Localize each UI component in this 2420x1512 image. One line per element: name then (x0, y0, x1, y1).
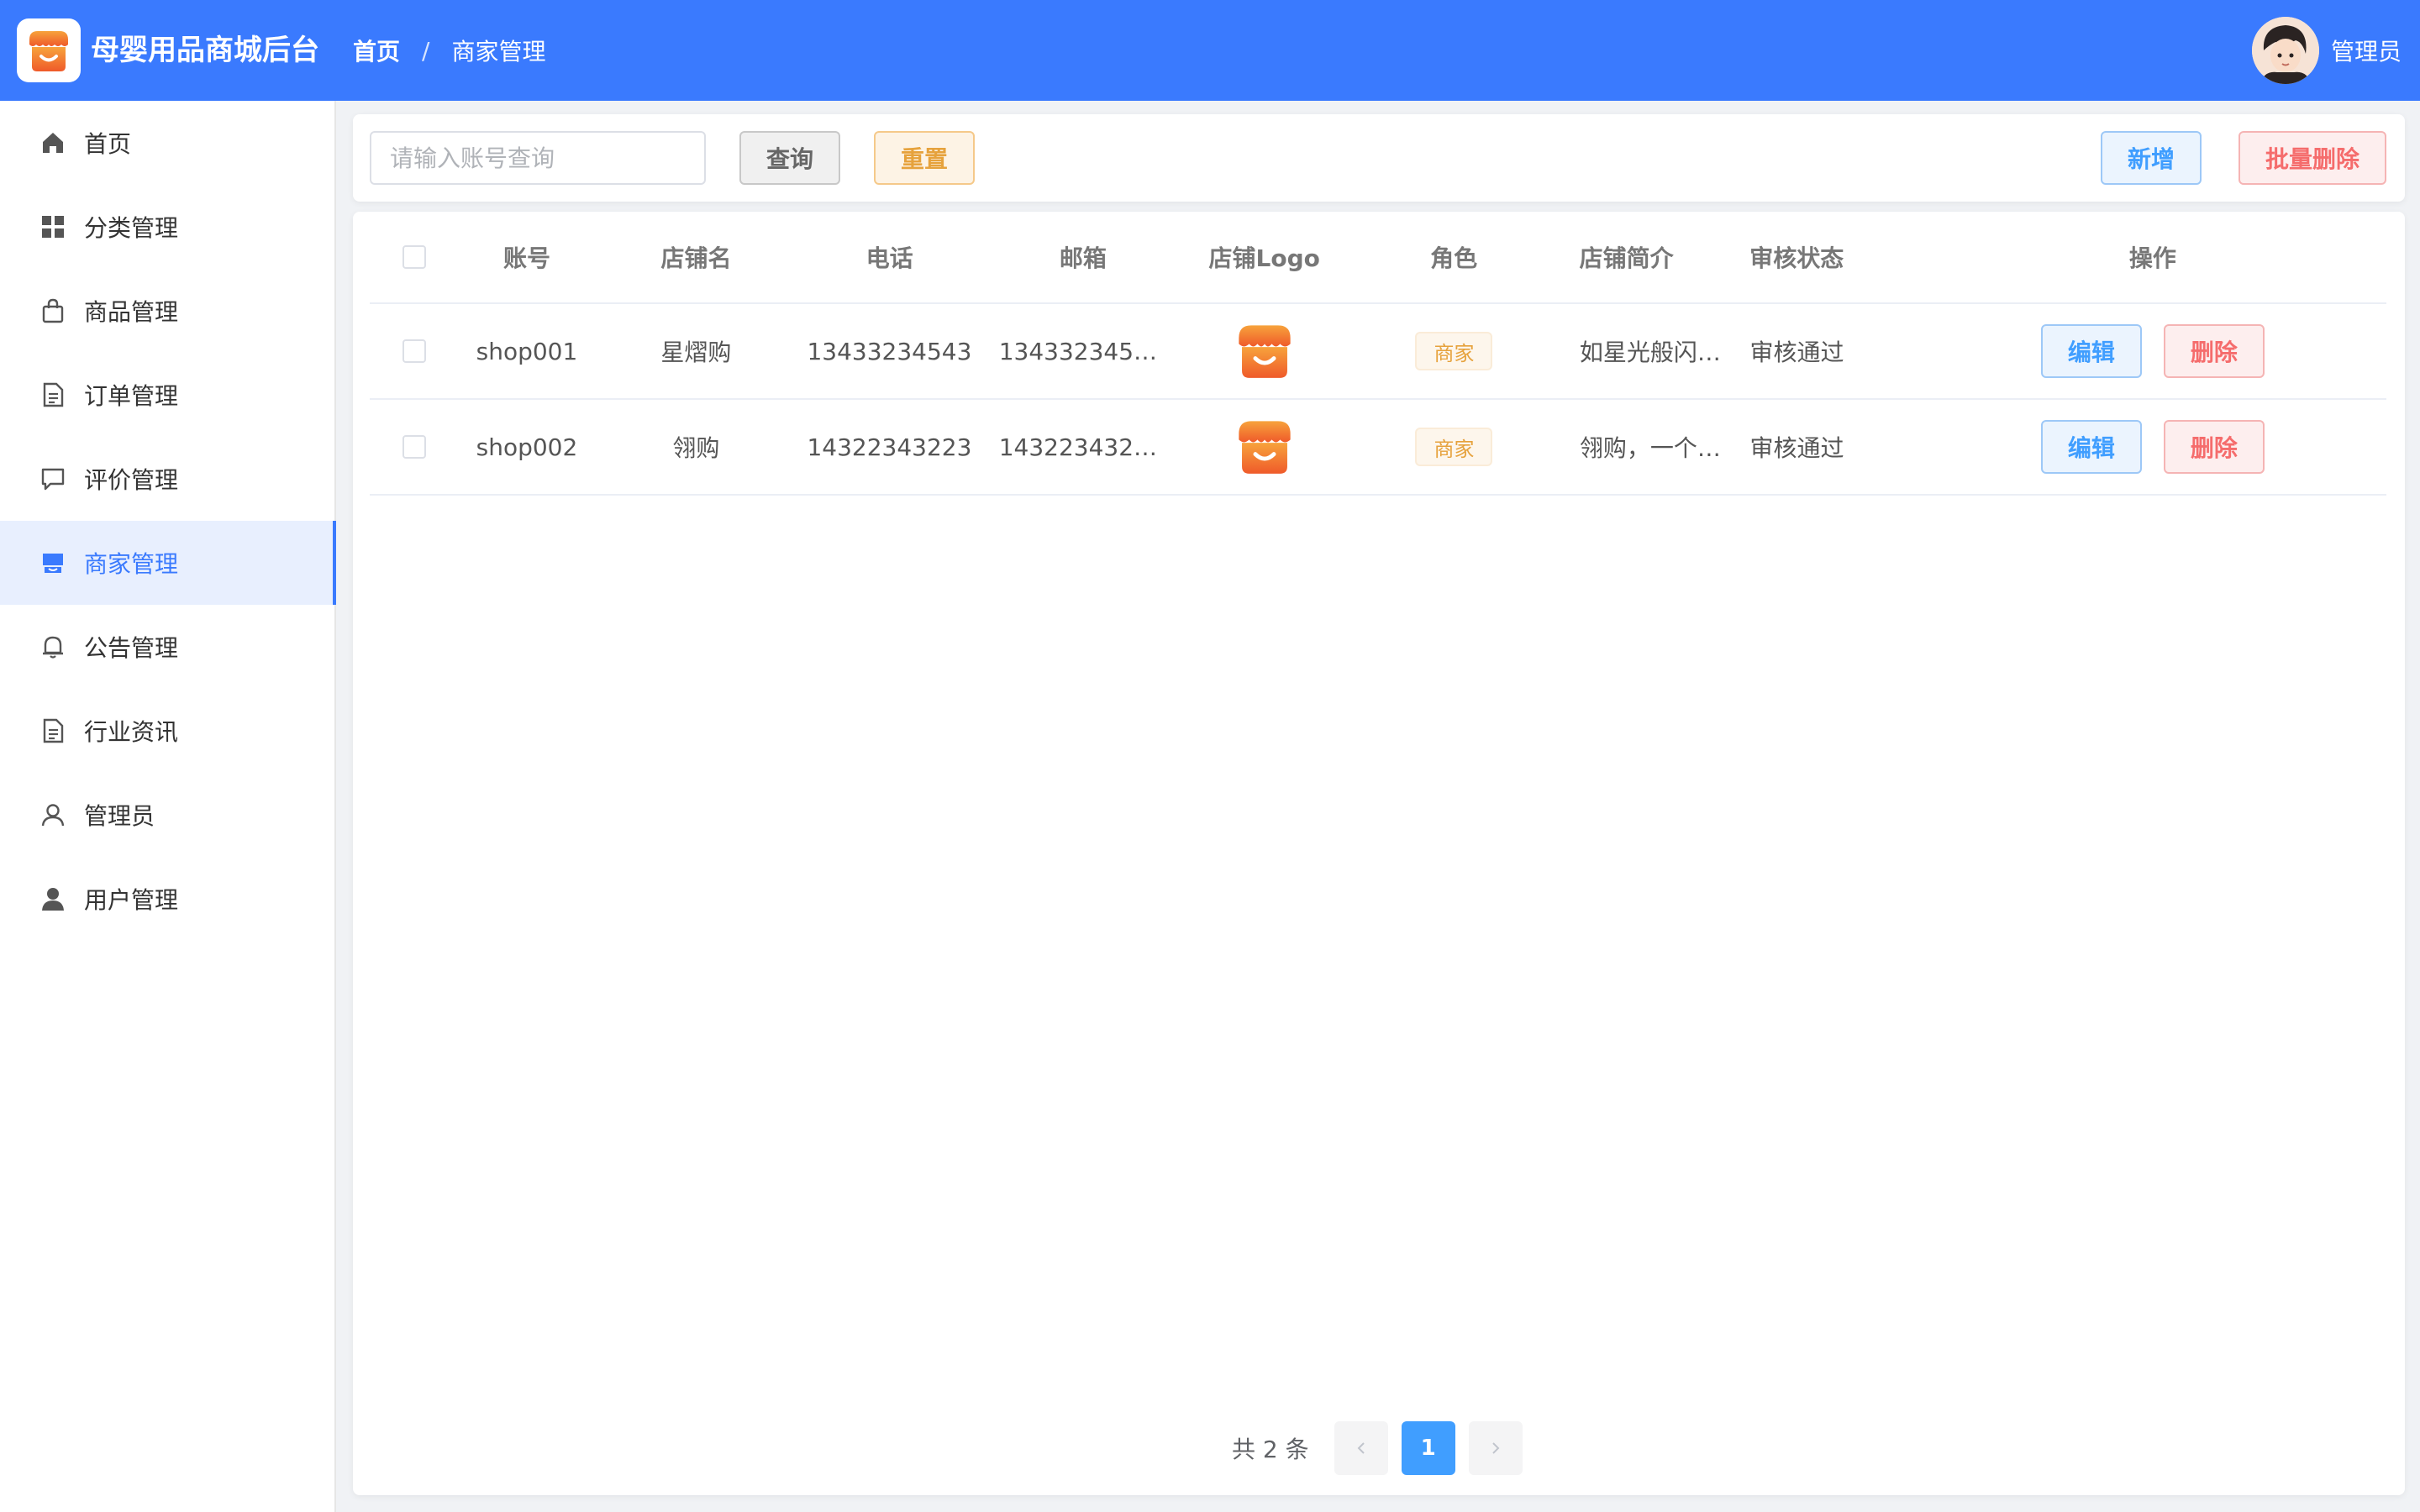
news-icon (39, 717, 67, 745)
delete-button[interactable]: 删除 (2163, 324, 2265, 378)
breadcrumb: 首页 / 商家管理 (353, 0, 545, 101)
grid-icon (39, 213, 67, 241)
top-header: 母婴用品商城后台 首页 / 商家管理 管理员 (0, 0, 2420, 101)
sidebar-item-label: 用户管理 (84, 886, 179, 914)
select-all-checkbox[interactable] (402, 245, 426, 269)
bag-icon (39, 297, 67, 325)
role-tag: 商家 (1415, 332, 1493, 370)
role-tag: 商家 (1415, 428, 1493, 466)
select-all-cell (370, 245, 459, 269)
sidebar-item-category[interactable]: 分类管理 (0, 185, 334, 269)
add-button[interactable]: 新增 (2101, 131, 2202, 185)
account-cell: shop001 (476, 337, 578, 365)
breadcrumb-separator: / (422, 36, 430, 65)
app-title: 母婴用品商城后台 (91, 34, 319, 67)
shop-logo-image[interactable] (1231, 319, 1298, 383)
sidebar-item-reviews[interactable]: 评价管理 (0, 437, 334, 521)
merchant-table: 账号 店铺名 电话 邮箱 店铺Logo 角色 店铺简介 审核状态 操作 shop… (353, 212, 2405, 1495)
shop-logo-cell (1184, 415, 1345, 479)
edit-button[interactable]: 编辑 (2040, 324, 2142, 378)
email-cell: 134332345… (998, 337, 1158, 365)
intro-cell: 如星光般闪… (1579, 339, 1721, 366)
pagination: 共 2 条 1 (1232, 1421, 1536, 1475)
table-header: 账号 店铺名 电话 邮箱 店铺Logo 角色 店铺简介 审核状态 操作 (370, 212, 2386, 304)
delete-button[interactable]: 删除 (2163, 420, 2265, 474)
column-header: 账号 (503, 244, 551, 272)
row-select-cell (370, 435, 458, 459)
home-icon (39, 129, 67, 157)
pagination-total: 共 2 条 (1232, 1436, 1309, 1463)
sidebar-item-label: 商家管理 (84, 550, 179, 578)
actions-cell: 编辑 删除 (1919, 420, 2386, 474)
next-page-button[interactable] (1468, 1421, 1523, 1475)
shop-name-cell: 星熠购 (660, 339, 732, 366)
table-row: shop002 翎购 14322343223 143223432… 商家 翎购，… (370, 400, 2386, 496)
sidebar-item-notices[interactable]: 公告管理 (0, 605, 334, 689)
sidebar: 首页 分类管理 商品管理 订单管理 评价管理 商家管理 公告管理 行业资讯 管理… (0, 101, 336, 1512)
row-checkbox[interactable] (402, 339, 426, 363)
edit-button[interactable]: 编辑 (2040, 420, 2142, 474)
phone-cell: 14322343223 (807, 433, 972, 461)
prev-page-button[interactable] (1334, 1421, 1388, 1475)
account-search-input[interactable] (370, 131, 706, 185)
status-cell: 审核通过 (1749, 434, 1844, 462)
sidebar-item-label: 分类管理 (84, 214, 179, 242)
sidebar-item-label: 商品管理 (84, 298, 179, 326)
shop-logo-image[interactable] (1231, 415, 1298, 479)
role-cell: 商家 (1345, 428, 1563, 466)
row-select-cell (370, 339, 458, 363)
comment-icon (39, 465, 67, 493)
avatar[interactable] (2251, 17, 2319, 84)
status-cell: 审核通过 (1749, 339, 1844, 366)
actions-cell: 编辑 删除 (1919, 324, 2386, 378)
query-button[interactable]: 查询 (739, 131, 840, 185)
user-name[interactable]: 管理员 (2331, 34, 2402, 67)
column-header: 角色 (1430, 244, 1478, 272)
column-header: 操作 (2128, 244, 2176, 272)
chevron-left-icon (1357, 1442, 1365, 1454)
app-logo[interactable] (17, 18, 81, 82)
sidebar-item-goods[interactable]: 商品管理 (0, 269, 334, 353)
batch-delete-button[interactable]: 批量删除 (2238, 131, 2386, 185)
sidebar-item-label: 行业资讯 (84, 718, 179, 746)
shop-name-cell: 翎购 (672, 434, 720, 462)
column-header: 邮箱 (1059, 244, 1107, 272)
search-bar: 查询 重置 新增 批量删除 (353, 114, 2405, 202)
breadcrumb-current: 商家管理 (451, 38, 546, 66)
sidebar-item-label: 管理员 (84, 802, 155, 830)
reset-button[interactable]: 重置 (874, 131, 975, 185)
intro-cell: 翎购，一个… (1579, 434, 1721, 462)
user-icon (39, 801, 67, 829)
sidebar-item-orders[interactable]: 订单管理 (0, 353, 334, 437)
role-cell: 商家 (1345, 332, 1563, 370)
page-number-button[interactable]: 1 (1401, 1421, 1455, 1475)
shop-logo-cell (1184, 319, 1345, 383)
sidebar-item-label: 评价管理 (84, 466, 179, 494)
chevron-right-icon (1491, 1442, 1500, 1454)
sidebar-item-users[interactable]: 用户管理 (0, 857, 334, 941)
column-header: 审核状态 (1749, 244, 1844, 272)
shop-icon (39, 549, 67, 577)
sidebar-item-news[interactable]: 行业资讯 (0, 689, 334, 773)
table-row: shop001 星熠购 13433234543 134332345… 商家 如星… (370, 304, 2386, 400)
column-header: 电话 (865, 244, 913, 272)
email-cell: 143223432… (998, 433, 1158, 461)
sidebar-item-admins[interactable]: 管理员 (0, 773, 334, 857)
document-icon (39, 381, 67, 409)
user-filled-icon (39, 885, 67, 913)
sidebar-item-home[interactable]: 首页 (0, 101, 334, 185)
user-menu[interactable]: 管理员 (2251, 17, 2402, 84)
sidebar-item-merchants[interactable]: 商家管理 (0, 521, 336, 605)
column-header: 店铺简介 (1579, 244, 1674, 272)
sidebar-item-label: 订单管理 (84, 382, 179, 410)
account-cell: shop002 (476, 433, 578, 461)
breadcrumb-home[interactable]: 首页 (353, 34, 400, 67)
bell-icon (39, 633, 67, 661)
sidebar-item-label: 公告管理 (84, 634, 179, 662)
row-checkbox[interactable] (402, 435, 426, 459)
column-header: 店铺Logo (1208, 244, 1320, 272)
phone-cell: 13433234543 (807, 337, 972, 365)
column-header: 店铺名 (660, 244, 732, 272)
sidebar-item-label: 首页 (84, 130, 132, 158)
